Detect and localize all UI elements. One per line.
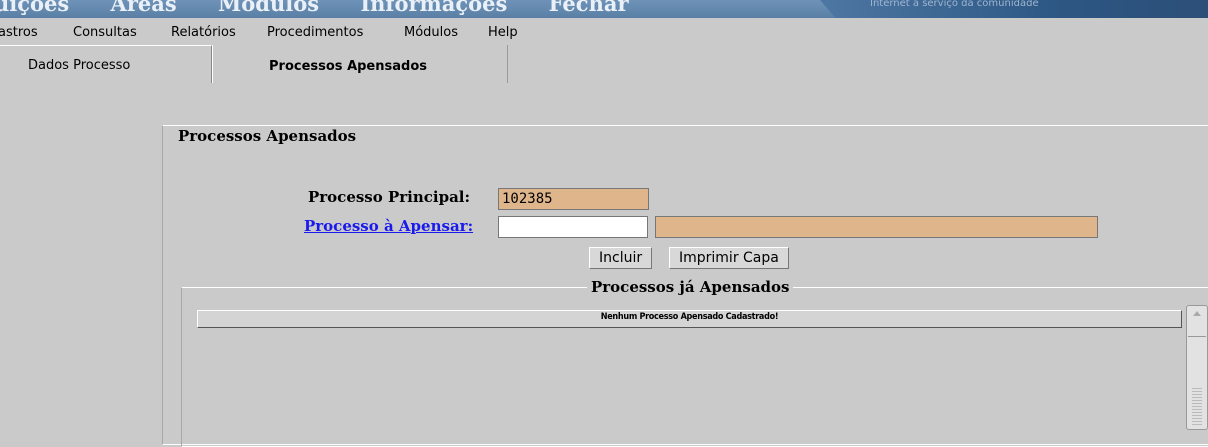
top-banner: uições Áreas Módulos Informações Fechar … [0,0,1208,18]
top-nav-item[interactable]: uições [0,0,69,16]
list-title: Processos já Apensados [587,278,794,296]
vertical-scrollbar[interactable] [1186,305,1208,430]
menu-item-relatorios[interactable]: Relatórios [171,25,236,40]
processo-principal-label: Processo Principal: [308,188,471,206]
top-nav-item-fechar[interactable]: Fechar [549,0,629,16]
imprimir-capa-button[interactable]: Imprimir Capa [669,247,789,269]
top-nav-item-informacoes[interactable]: Informações [360,0,507,16]
processo-descricao-field [655,216,1098,238]
menu-item-modulos[interactable]: Módulos [404,25,458,40]
top-nav-item-areas[interactable]: Áreas [111,0,177,16]
processo-apensar-link[interactable]: Processo à Apensar: [304,217,473,235]
menu-bar: astros Consultas Relatórios Procedimento… [0,20,1208,44]
top-nav: uições Áreas Módulos Informações Fechar [0,0,663,16]
banner-tagline: Internet a serviço da comunidade [870,0,1039,9]
scroll-grip-icon [1192,386,1202,426]
menu-item-consultas[interactable]: Consultas [73,25,137,40]
table-header: Nenhum Processo Apensado Cadastrado! [197,310,1182,328]
tab-processos-apensados[interactable]: Processos Apensados [212,45,508,83]
menu-item-cadastros[interactable]: astros [0,25,38,40]
processo-principal-field[interactable] [498,188,649,210]
scroll-up-icon[interactable] [1188,307,1206,337]
tab-label: Dados Processo [28,58,131,73]
top-nav-item-modulos[interactable]: Módulos [218,0,319,16]
menu-item-help[interactable]: Help [488,25,518,40]
processo-apensar-field[interactable] [498,216,648,238]
incluir-button[interactable]: Incluir [589,247,653,269]
tab-bar: Dados Processo Processos Apensados [0,45,1208,83]
menu-item-procedimentos[interactable]: Procedimentos [267,25,363,40]
tab-label: Processos Apensados [269,59,427,74]
panel-title: Processos Apensados [178,127,361,145]
empty-message: Nenhum Processo Apensado Cadastrado! [600,312,779,322]
tab-dados-processo[interactable]: Dados Processo [0,45,212,83]
